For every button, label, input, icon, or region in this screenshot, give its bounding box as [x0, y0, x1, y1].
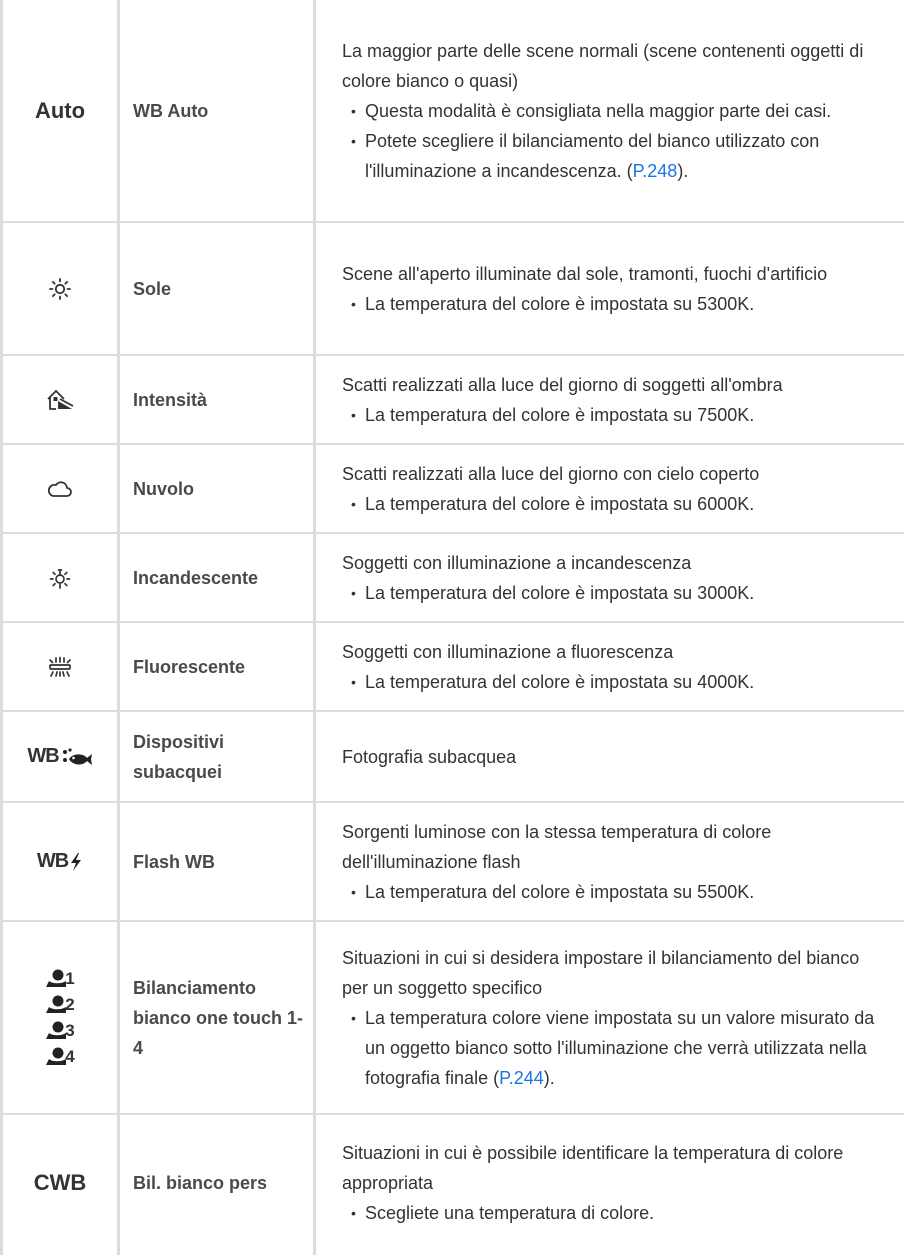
mode-icon-cell: Auto [0, 0, 120, 221]
table-row: CWB Bil. bianco pers Situazioni in cui è… [0, 1115, 904, 1250]
mode-name: WB Auto [133, 100, 209, 121]
description-intro: La maggior parte delle scene normali (sc… [342, 40, 864, 91]
wb-flash-icon: WB [0, 803, 120, 920]
sun-icon [0, 223, 120, 354]
mode-name: Incandescente [133, 567, 259, 588]
mode-description: Scene all'aperto illuminate dal sole, tr… [342, 223, 887, 354]
mode-description: Situazioni in cui si desidera impostare … [342, 922, 887, 1113]
mode-name: Sole [133, 278, 172, 299]
page-link[interactable]: P.244 [499, 1068, 544, 1088]
description-intro: Soggetti con illuminazione a fluorescenz… [342, 641, 674, 662]
mode-name: Nuvolo [133, 478, 194, 499]
table-row: Auto WB Auto La maggior parte delle scen… [0, 0, 904, 221]
mode-description: La maggior parte delle scene normali (sc… [342, 0, 887, 221]
table-row: Intensità Scatti realizzati alla luce de… [0, 356, 904, 443]
bullet-item: • Questa modalità è consigliata nella mag… [351, 100, 832, 121]
mode-description: Scatti realizzati alla luce del giorno c… [342, 445, 887, 532]
mode-description: Fotografia subacquea [342, 712, 887, 801]
one-touch-wb-1-icon: 1 [45, 969, 75, 989]
table-row: 1 2 3 4 Bilanciamento bianco one touch 1… [0, 922, 904, 1113]
bullet-item: • Potete scegliere il bilanciamento del b… [351, 130, 820, 181]
mode-name: Bilanciamento bianco one touch 1-4 [133, 977, 304, 1058]
bullet-item: • La temperatura del colore è impostata s… [351, 404, 755, 425]
table-row: WB Dispositivi subacquei Fotografia suba… [0, 712, 904, 801]
auto-label: Auto [34, 97, 86, 123]
bullet-item: • La temperatura del colore è impostata s… [351, 493, 755, 514]
mode-icon-cell: CWB [0, 1115, 120, 1250]
one-touch-wb-4-icon: 4 [45, 1047, 75, 1067]
wb-underwater-icon: WB [0, 712, 120, 801]
one-touch-wb-2-icon: 2 [45, 995, 75, 1015]
table-row: Sole Scene all'aperto illuminate dal sol… [0, 223, 904, 354]
description-intro: Sorgenti luminose con la stessa temperat… [342, 821, 772, 872]
table-row: Nuvolo Scatti realizzati alla luce del g… [0, 445, 904, 532]
fluorescent-icon [0, 623, 120, 710]
bullet-item: • La temperatura colore viene impostata s… [351, 1007, 875, 1088]
mode-name: Fluorescente [133, 656, 246, 677]
mode-name: Flash WB [133, 851, 216, 872]
bullet-item: • Scegliete una temperatura di colore. [351, 1202, 655, 1223]
mode-name: Dispositivi subacquei [133, 731, 225, 782]
mode-description: Soggetti con illuminazione a fluorescenz… [342, 623, 887, 710]
table-row: Fluorescente Soggetti con illuminazione … [0, 623, 904, 710]
description-intro: Situazioni in cui si desidera impostare … [342, 947, 860, 998]
page-link[interactable]: P.248 [633, 161, 678, 181]
one-touch-wb-3-icon: 3 [45, 1021, 75, 1041]
mode-description: Sorgenti luminose con la stessa temperat… [342, 803, 887, 920]
table-row: WB Flash WB Sorgenti luminose con la ste… [0, 803, 904, 920]
description-intro: Soggetti con illuminazione a incandescen… [342, 552, 692, 573]
mode-description: Soggetti con illuminazione a incandescen… [342, 534, 887, 621]
incandescent-bulb-icon [0, 534, 120, 621]
mode-name: Intensità [133, 389, 208, 410]
white-balance-table: Auto WB Auto La maggior parte delle scen… [0, 0, 904, 1255]
description-intro: Scene all'aperto illuminate dal sole, tr… [342, 263, 828, 284]
cwb-label: CWB [33, 1169, 87, 1195]
description-intro: Situazioni in cui è possibile identifica… [342, 1142, 844, 1193]
description-intro: Scatti realizzati alla luce del giorno d… [342, 374, 783, 395]
mode-name: Bil. bianco pers [133, 1172, 268, 1193]
cloud-icon [0, 445, 120, 532]
bullet-item: • La temperatura del colore è impostata s… [351, 293, 755, 314]
shade-icon [0, 356, 120, 443]
description-intro: Fotografia subacquea [342, 746, 517, 767]
bullet-item: • La temperatura del colore è impostata s… [351, 582, 755, 603]
one-touch-wb-icon: 1 2 3 4 [0, 922, 120, 1113]
mode-description: Situazioni in cui è possibile identifica… [342, 1115, 887, 1250]
description-intro: Scatti realizzati alla luce del giorno c… [342, 463, 760, 484]
bullet-item: • La temperatura del colore è impostata s… [351, 671, 755, 692]
table-row: Incandescente Soggetti con illuminazione… [0, 534, 904, 621]
bullet-item: • La temperatura del colore è impostata s… [351, 881, 755, 902]
mode-description: Scatti realizzati alla luce del giorno d… [342, 356, 887, 443]
